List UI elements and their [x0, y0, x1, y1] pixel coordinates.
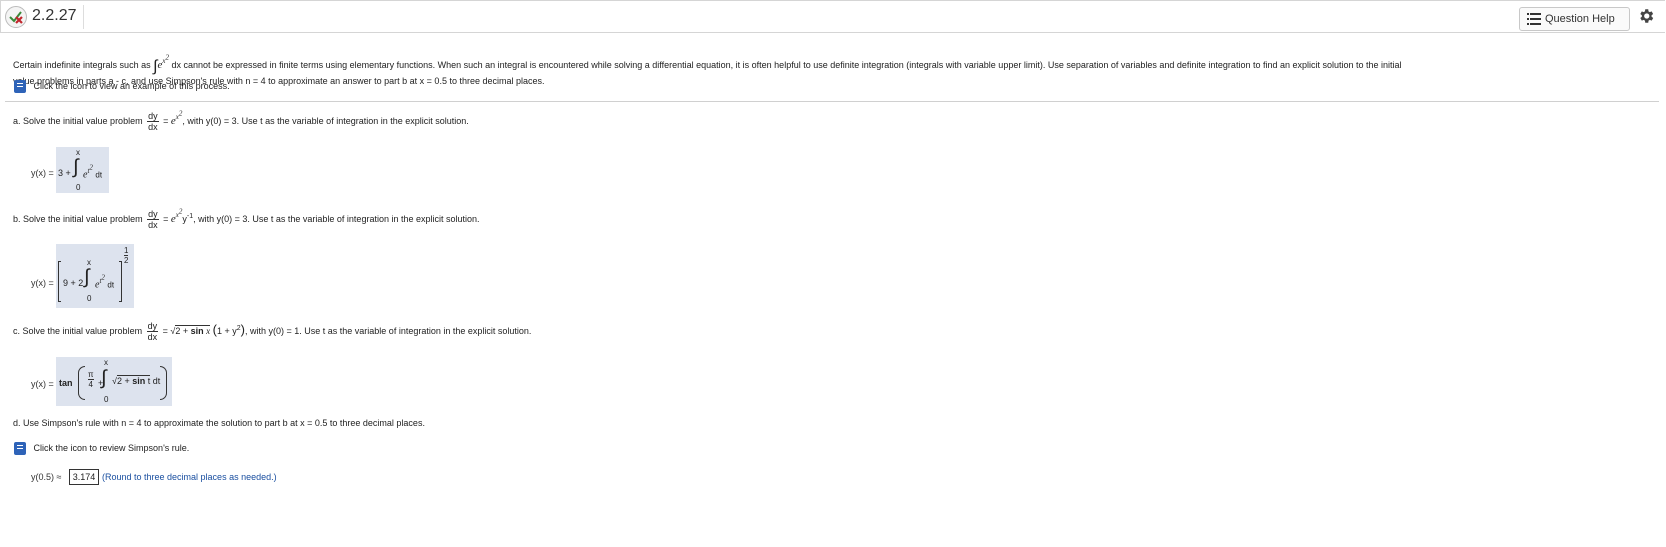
problem-intro: Certain indefinite integrals such as ∫ex…: [13, 51, 1663, 89]
right-paren: [160, 366, 167, 400]
book-icon[interactable]: [13, 442, 27, 455]
exponent-fraction: 1 2: [124, 246, 129, 265]
incorrect-status-icon: [5, 6, 27, 28]
integrand: et2 dt: [95, 274, 115, 291]
part-a-suffix: , with y(0) = 3. Use t as the variable o…: [182, 115, 469, 126]
part-a-answer-box[interactable]: 3 + x ∫ 0 et2 dt: [56, 147, 109, 193]
pi-num: π: [88, 370, 94, 380]
question-help-button[interactable]: Question Help: [1519, 7, 1630, 31]
example-link-text[interactable]: Click the icon to view an example of thi…: [34, 81, 230, 91]
dy-dx-fraction: dy dx: [147, 111, 159, 133]
right-bracket: [119, 261, 122, 302]
part-c-upper-limit: x: [104, 358, 108, 367]
part-a-answer-label: y(x) =: [31, 168, 54, 178]
integrand: et2 dt: [83, 164, 103, 181]
part-a-lower-limit: 0: [76, 183, 81, 192]
pi-over-4: π 4: [88, 370, 94, 389]
example-link-row[interactable]: Click the icon to view an example of thi…: [13, 80, 230, 93]
part-b-suffix: , with y(0) = 3. Use t as the variable o…: [193, 213, 480, 224]
integral-sign: ∫: [73, 156, 79, 178]
question-header: 2.2.27 Question Help: [0, 0, 1665, 33]
part-b-answer-label: y(x) =: [31, 278, 54, 288]
rhs-expression: ex2: [170, 110, 183, 127]
left-bracket: [58, 261, 61, 302]
dy-dx-fraction: dy dx: [146, 321, 159, 342]
simpson-link-text[interactable]: Click the icon to review Simpson's rule.: [34, 443, 190, 453]
pi-den: 4: [88, 380, 93, 389]
list-icon: [1527, 13, 1541, 25]
part-c-prompt: c. Solve the initial value problem dy dx …: [13, 321, 532, 342]
left-paren: [78, 366, 85, 400]
part-b-answer-box[interactable]: 9 + 2 x ∫ 0 et2 dt 1 2: [56, 244, 134, 308]
part-b-constant: 9 + 2: [63, 278, 84, 288]
integrand: √2 + sin t dt: [112, 375, 161, 386]
part-a-constant: 3 +: [58, 168, 71, 178]
question-help-label: Question Help: [1545, 13, 1615, 25]
intro-text-after: dx cannot be expressed in finite terms u…: [171, 59, 1402, 70]
rhs-expression: √2 + sin x (1 + y2): [170, 321, 245, 337]
part-b-prefix: b. Solve the initial value problem: [13, 213, 143, 224]
part-c-answer-box[interactable]: tan π 4 + x ∫ 0 √2 + sin t dt: [56, 357, 172, 406]
part-a-prefix: a. Solve the initial value problem: [13, 115, 143, 126]
dy-dx-fraction: dy dx: [147, 209, 159, 231]
exponent-num: 1: [124, 246, 129, 256]
question-number: 2.2.27: [32, 7, 77, 24]
intro-text-before: Certain indefinite integrals such as: [13, 59, 151, 70]
header-divider: [83, 5, 84, 29]
part-b-prompt: b. Solve the initial value problem dy dx …: [13, 208, 480, 231]
part-c-answer-label: y(x) =: [31, 379, 54, 389]
part-d-answer-input[interactable]: 3.174: [69, 469, 99, 485]
part-a-prompt: a. Solve the initial value problem dy dx …: [13, 110, 469, 133]
simpson-link-row[interactable]: Click the icon to review Simpson's rule.: [13, 442, 189, 455]
exponent-den: 2: [124, 256, 129, 265]
rounding-hint: (Round to three decimal places as needed…: [102, 472, 277, 482]
part-c-suffix: , with y(0) = 1. Use t as the variable o…: [245, 325, 532, 336]
integral-sign: ∫: [101, 367, 107, 389]
part-c-prefix: c. Solve the initial value problem: [13, 325, 143, 336]
part-c-lower-limit: 0: [104, 395, 109, 404]
part-d-prompt: d. Use Simpson's rule with n = 4 to appr…: [13, 418, 425, 428]
intro-line-2: value problems in parts a - c, and use S…: [13, 75, 545, 86]
integral-sign: ∫: [84, 266, 90, 288]
exp-x2-term: ex2: [157, 54, 169, 71]
gear-icon[interactable]: [1637, 7, 1655, 25]
part-b-lower-limit: 0: [87, 294, 92, 303]
tan-function: tan: [59, 378, 73, 388]
book-icon[interactable]: [13, 80, 27, 93]
section-divider: [5, 101, 1659, 102]
rhs-expression: ex2: [170, 208, 183, 225]
part-d-answer-label: y(0.5) ≈: [31, 472, 62, 482]
